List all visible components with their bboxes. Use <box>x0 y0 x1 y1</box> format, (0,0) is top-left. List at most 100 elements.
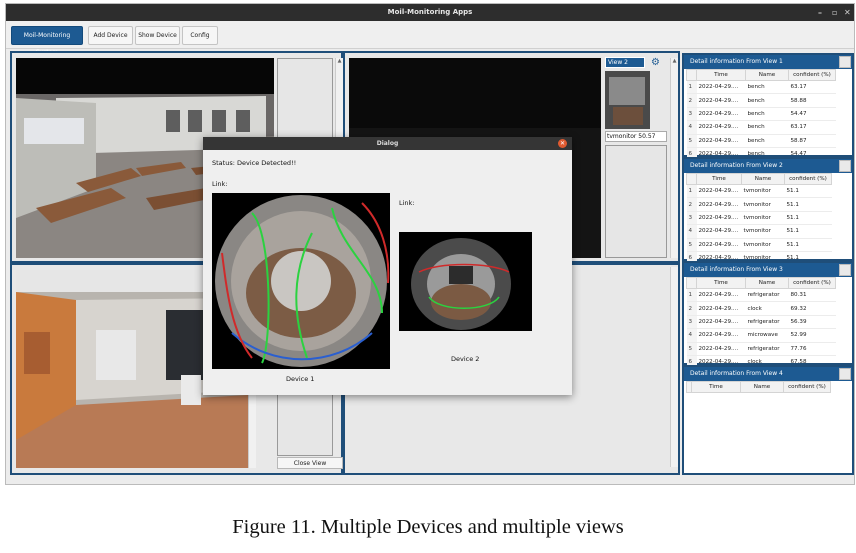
table-cell: 2022-04-29.... <box>696 184 742 199</box>
expand-icon[interactable] <box>839 56 851 68</box>
detail-panel-header: Detail information From View 2 <box>684 159 852 173</box>
scroll-up-icon[interactable]: ▲ <box>336 58 343 64</box>
table-cell: 2022-04-29.... <box>696 342 746 356</box>
table-cell: tvmonitor <box>741 211 785 226</box>
column-header-name[interactable]: Name <box>741 173 785 185</box>
column-header-confident[interactable]: confident (%) <box>784 173 832 185</box>
column-header-time[interactable]: Time <box>696 173 742 185</box>
view-2-label[interactable]: View 2 <box>605 57 645 68</box>
close-icon[interactable]: ✕ <box>844 4 851 21</box>
table-cell: 2022-04-29.... <box>696 315 746 330</box>
expand-icon[interactable] <box>839 264 851 276</box>
table-cell: 2022-04-29.... <box>696 211 742 226</box>
column-header-name[interactable]: Name <box>740 381 784 393</box>
table-row[interactable]: 2 2022-04-29.... clock 69.32 <box>686 301 836 316</box>
table-cell: 1 <box>686 288 697 303</box>
table-cell: 2022-04-29.... <box>696 120 746 135</box>
table-row[interactable]: 3 2022-04-29.... tvmonitor 51.1 <box>686 211 832 226</box>
expand-icon[interactable] <box>839 160 851 172</box>
table-cell: 2022-04-29.... <box>696 224 742 239</box>
view-2-scrollbar[interactable]: ▲ <box>670 58 678 258</box>
toolbar: Moil-Monitoring System Add Device Show D… <box>6 21 854 56</box>
dialog-title: Dialog <box>376 140 399 147</box>
table-cell: 5 <box>686 342 697 356</box>
table-row[interactable]: 4 2022-04-29.... bench 63.17 <box>686 120 836 135</box>
detail-table-view-4: Time Name confident (%) <box>686 381 831 393</box>
table-cell: refrigerator <box>745 315 789 330</box>
table-row[interactable]: 1 2022-04-29.... tvmonitor 51.1 <box>686 184 832 199</box>
config-button[interactable]: Config <box>182 26 218 45</box>
gear-icon[interactable]: ⚙ <box>651 57 660 68</box>
close-icon[interactable]: ✕ <box>558 139 567 148</box>
table-cell: 77.76 <box>788 342 836 356</box>
table-cell: 1 <box>686 184 697 199</box>
table-cell: 3 <box>686 107 697 122</box>
minimize-icon[interactable]: – <box>818 4 822 21</box>
dialog-titlebar: Dialog ✕ <box>203 137 572 150</box>
column-header-confident[interactable]: confident (%) <box>788 277 836 289</box>
table-cell: 4 <box>686 224 697 239</box>
table-cell: 2022-04-29.... <box>696 301 746 316</box>
table-cell: tvmonitor <box>741 224 785 239</box>
table-row[interactable]: 2 2022-04-29.... tvmonitor 51.1 <box>686 197 832 212</box>
column-header-time[interactable]: Time <box>696 277 746 289</box>
detail-panel-header: Detail information From View 3 <box>684 263 852 277</box>
view-2-side-list <box>605 145 667 258</box>
close-view-button[interactable]: Close View <box>277 457 343 469</box>
detail-panel-title: Detail information From View 1 <box>690 58 783 65</box>
view-4-scrollbar[interactable] <box>670 267 678 467</box>
column-header-time[interactable]: Time <box>696 69 746 81</box>
table-cell: 3 <box>686 315 697 330</box>
detail-panel-title: Detail information From View 3 <box>690 266 783 273</box>
table-header-row: Time Name confident (%) <box>686 69 836 81</box>
table-row[interactable]: 1 2022-04-29.... refrigerator 80.31 <box>686 288 836 303</box>
detail-table-view-3: Time Name confident (%) 1 2022-04-29.... ref… <box>686 277 836 370</box>
table-cell: 2022-04-29.... <box>696 288 746 303</box>
table-cell: bench <box>745 93 789 108</box>
column-header-confident[interactable]: confident (%) <box>788 69 836 81</box>
detail-panel-title: Detail information From View 4 <box>690 370 783 377</box>
table-row[interactable]: 5 2022-04-29.... bench 58.87 <box>686 134 836 148</box>
device-2-fisheye-image[interactable] <box>399 232 532 331</box>
column-header-confident[interactable]: confident (%) <box>783 381 831 393</box>
maximize-icon[interactable]: ▫ <box>832 4 837 21</box>
table-row[interactable]: 4 2022-04-29.... microwave 52.99 <box>686 328 836 343</box>
dialog-status: Status: Device Detected!! <box>212 159 297 167</box>
detail-panel-header: Detail information From View 1 <box>684 55 852 69</box>
view-2-thumbnail-caption: tvmonitor 50.57 <box>605 131 667 142</box>
table-cell: 69.32 <box>788 301 836 316</box>
column-header-name[interactable]: Name <box>745 69 789 81</box>
scroll-up-icon[interactable]: ▲ <box>671 58 678 64</box>
link-label-2: Link: <box>399 199 415 207</box>
show-device-button[interactable]: Show Device <box>135 26 180 45</box>
table-cell: 3 <box>686 211 697 226</box>
table-row[interactable]: 3 2022-04-29.... refrigerator 56.39 <box>686 315 836 330</box>
add-device-button[interactable]: Add Device <box>88 26 133 45</box>
table-cell: bench <box>745 134 789 148</box>
table-cell: 2 <box>686 301 697 316</box>
column-header-time[interactable]: Time <box>691 381 741 393</box>
detail-table-view-2: Time Name confident (%) 1 2022-04-29.... tvm… <box>686 173 832 266</box>
device-1-fisheye-image[interactable] <box>212 193 390 369</box>
table-row[interactable]: 4 2022-04-29.... tvmonitor 51.1 <box>686 224 832 239</box>
window-title: Moil-Monitoring Apps <box>387 8 473 16</box>
table-cell: tvmonitor <box>741 184 785 199</box>
expand-icon[interactable] <box>839 368 851 380</box>
column-header-name[interactable]: Name <box>745 277 789 289</box>
table-header-row: Time Name confident (%) <box>686 173 832 185</box>
table-row[interactable]: 1 2022-04-29.... bench 63.17 <box>686 80 836 95</box>
table-row[interactable]: 5 2022-04-29.... tvmonitor 51.1 <box>686 238 832 252</box>
table-row[interactable]: 2 2022-04-29.... bench 58.88 <box>686 93 836 108</box>
detail-panel-header: Detail information From View 4 <box>684 367 852 381</box>
table-row[interactable]: 5 2022-04-29.... refrigerator 77.76 <box>686 342 836 356</box>
table-header-row: Time Name confident (%) <box>686 277 836 289</box>
table-cell: tvmonitor <box>741 238 785 252</box>
table-row[interactable]: 3 2022-04-29.... bench 54.47 <box>686 107 836 122</box>
table-cell: 52.99 <box>788 328 836 343</box>
table-cell: refrigerator <box>745 342 789 356</box>
table-cell: clock <box>745 301 789 316</box>
moil-monitoring-system-button[interactable]: Moil-Monitoring System <box>11 26 83 56</box>
view-2-thumbnail[interactable] <box>605 71 650 129</box>
table-cell: 2 <box>686 197 697 212</box>
table-cell: bench <box>745 80 789 95</box>
